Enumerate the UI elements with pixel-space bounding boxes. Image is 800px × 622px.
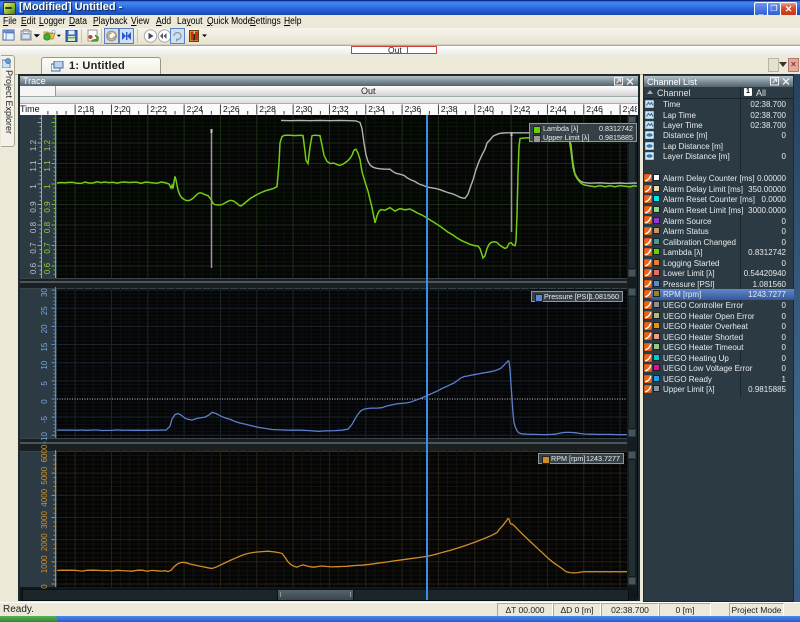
svg-text:0.6: 0.6 bbox=[29, 262, 38, 274]
svg-text:0: 0 bbox=[40, 584, 49, 589]
svg-text:10: 10 bbox=[40, 360, 49, 369]
svg-text:25: 25 bbox=[40, 306, 49, 315]
svg-text:0.9: 0.9 bbox=[29, 201, 38, 213]
svg-text:1000: 1000 bbox=[40, 555, 49, 573]
svg-text:2:48: 2:48 bbox=[623, 104, 637, 114]
svg-text:2:22: 2:22 bbox=[150, 104, 167, 114]
svg-text:30: 30 bbox=[40, 288, 49, 297]
svg-text:1.2: 1.2 bbox=[43, 139, 52, 151]
svg-text:1.1: 1.1 bbox=[29, 160, 38, 172]
svg-text:2:42: 2:42 bbox=[514, 104, 531, 114]
svg-text:20: 20 bbox=[40, 324, 49, 333]
svg-text:2:38: 2:38 bbox=[441, 104, 458, 114]
svg-text:2:26: 2:26 bbox=[223, 104, 240, 114]
svg-text:2:30: 2:30 bbox=[296, 104, 313, 114]
svg-text:0.7: 0.7 bbox=[43, 242, 52, 254]
svg-text:6000: 6000 bbox=[40, 444, 49, 462]
svg-text:1: 1 bbox=[29, 184, 38, 189]
svg-text:2:44: 2:44 bbox=[550, 104, 567, 114]
svg-text:-5: -5 bbox=[40, 415, 49, 423]
svg-text:3000: 3000 bbox=[40, 511, 49, 529]
svg-text:1: 1 bbox=[43, 184, 52, 189]
svg-text:0.8: 0.8 bbox=[43, 221, 52, 233]
svg-text:2:32: 2:32 bbox=[332, 104, 349, 114]
svg-text:2:18: 2:18 bbox=[78, 104, 95, 114]
svg-text:15: 15 bbox=[40, 342, 49, 351]
svg-text:2:28: 2:28 bbox=[259, 104, 276, 114]
svg-text:2:40: 2:40 bbox=[477, 104, 494, 114]
svg-text:5000: 5000 bbox=[40, 466, 49, 484]
svg-text:2000: 2000 bbox=[40, 533, 49, 551]
svg-text:1.1: 1.1 bbox=[43, 160, 52, 172]
svg-text:2:36: 2:36 bbox=[405, 104, 422, 114]
svg-text:0.8: 0.8 bbox=[29, 221, 38, 233]
svg-text:0.7: 0.7 bbox=[29, 242, 38, 254]
svg-text:5: 5 bbox=[40, 381, 49, 386]
svg-text:1.2: 1.2 bbox=[29, 139, 38, 151]
svg-text:4000: 4000 bbox=[40, 488, 49, 506]
svg-text:-10: -10 bbox=[40, 431, 49, 443]
svg-text:0.6: 0.6 bbox=[43, 262, 52, 274]
svg-text:2:46: 2:46 bbox=[586, 104, 603, 114]
svg-text:0.9: 0.9 bbox=[43, 201, 52, 213]
svg-text:2:20: 2:20 bbox=[114, 104, 131, 114]
svg-text:0: 0 bbox=[40, 399, 49, 404]
svg-text:2:24: 2:24 bbox=[187, 104, 204, 114]
svg-text:2:34: 2:34 bbox=[368, 104, 385, 114]
